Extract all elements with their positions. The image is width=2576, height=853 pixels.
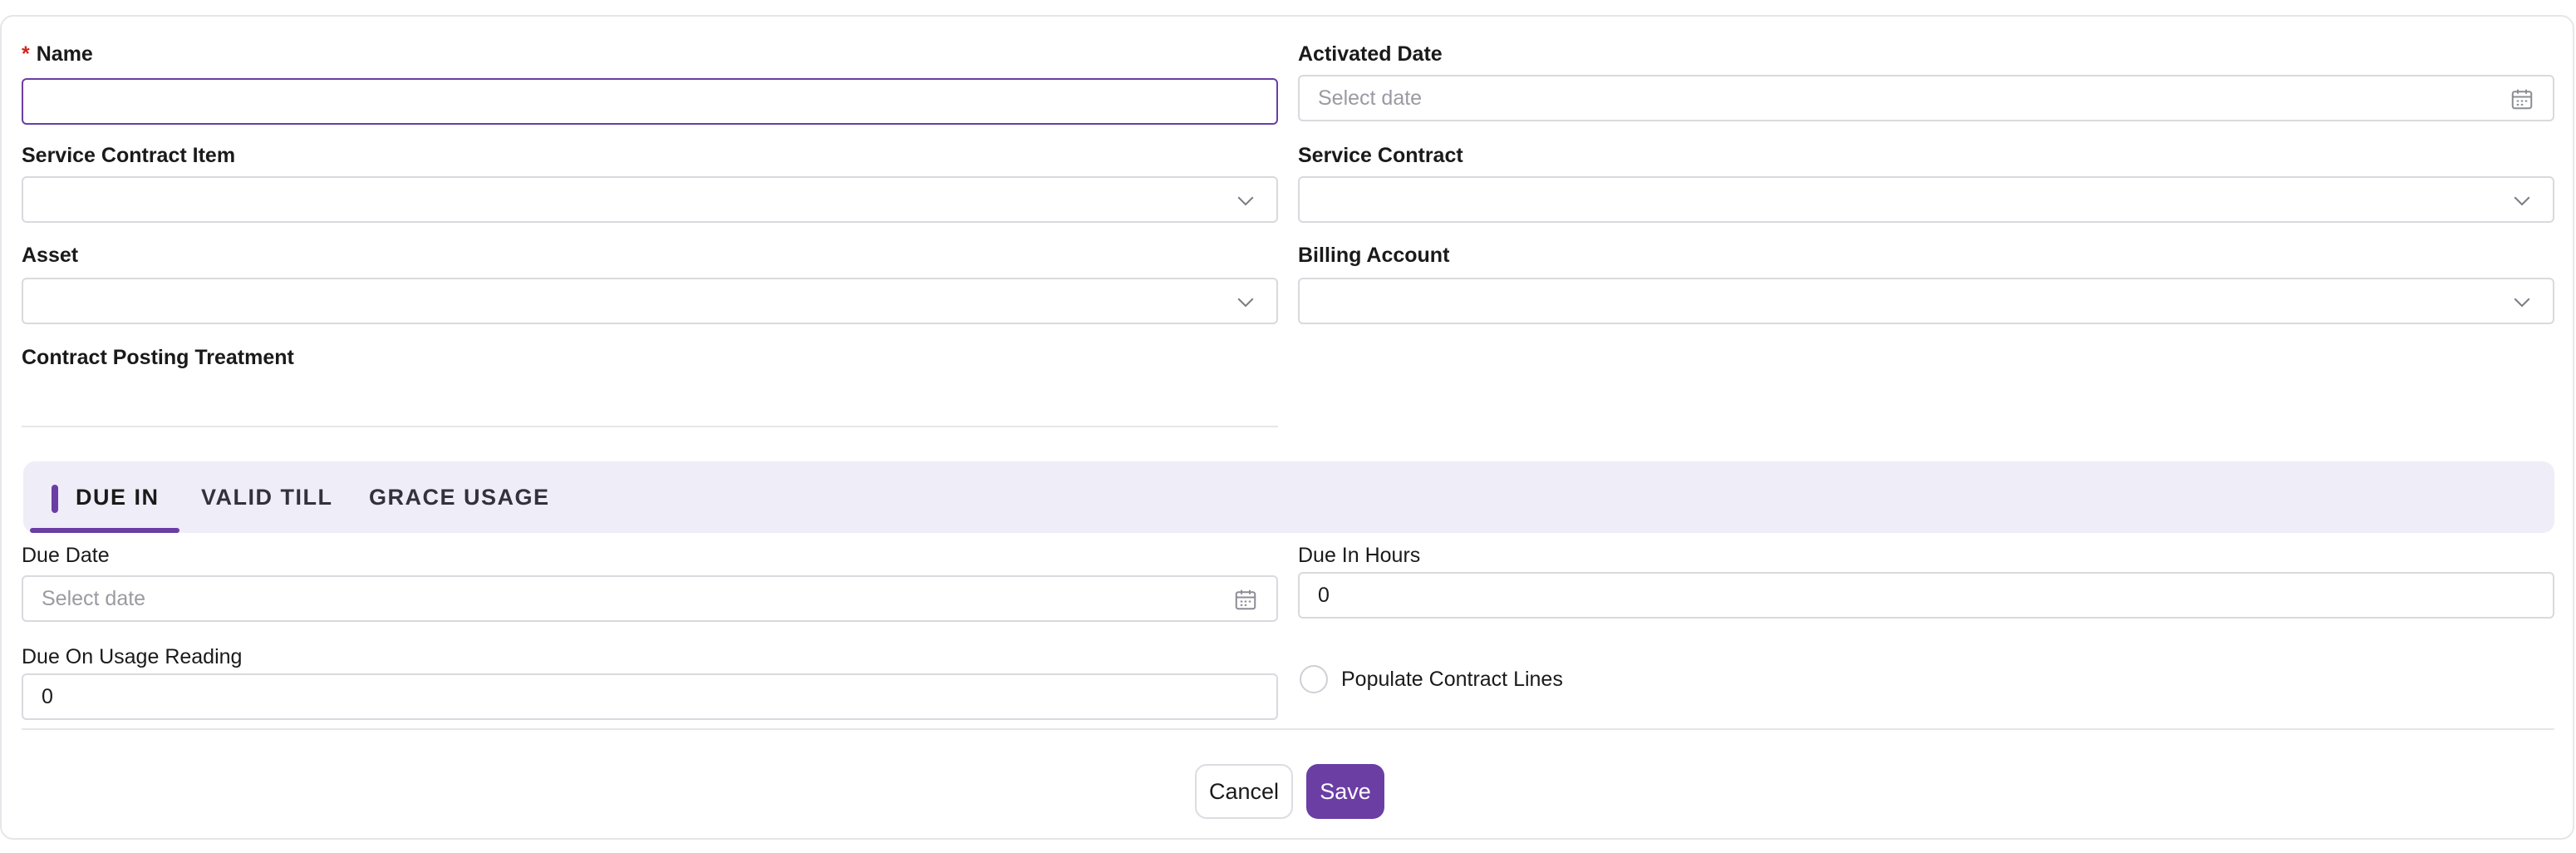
due-in-hours-input[interactable]: 0 <box>1298 572 2554 619</box>
billing-account-label: Billing Account <box>1298 244 1450 267</box>
asset-select[interactable] <box>22 278 1278 324</box>
tab-due-in[interactable]: DUE IN <box>23 461 179 533</box>
due-on-usage-reading-value: 0 <box>42 685 53 708</box>
activated-date-label: Activated Date <box>1298 42 1443 66</box>
name-label: * Name <box>22 42 93 66</box>
calendar-icon[interactable] <box>1233 587 1258 612</box>
due-on-usage-reading-label: Due On Usage Reading <box>22 645 243 668</box>
chevron-down-icon <box>1237 298 1254 308</box>
calendar-icon[interactable] <box>2510 86 2534 111</box>
due-date-label: Due Date <box>22 544 110 567</box>
tab-valid-till[interactable]: VALID TILL <box>201 461 334 533</box>
billing-account-select[interactable] <box>1298 278 2554 324</box>
save-button[interactable]: Save <box>1306 764 1384 819</box>
tab-grace-usage[interactable]: GRACE USAGE <box>369 461 552 533</box>
service-contract-select[interactable] <box>1298 176 2554 223</box>
due-on-usage-reading-input[interactable]: 0 <box>22 673 1278 720</box>
tab-bar: DUE IN VALID TILL GRACE USAGE <box>23 461 2554 533</box>
form-card: * Name Activated Date Select date Service… <box>0 15 2574 840</box>
service-contract-item-select[interactable] <box>22 176 1278 223</box>
due-in-hours-label: Due In Hours <box>1298 544 1421 567</box>
due-date-picker[interactable]: Select date <box>22 575 1278 622</box>
activated-date-picker[interactable]: Select date <box>1298 75 2554 121</box>
chevron-down-icon <box>2514 196 2530 206</box>
service-contract-item-label: Service Contract Item <box>22 144 236 167</box>
active-tab-marker <box>52 485 58 513</box>
due-date-placeholder: Select date <box>42 587 146 610</box>
populate-contract-lines-label: Populate Contract Lines <box>1341 668 1563 691</box>
section-divider <box>22 426 1278 427</box>
contract-posting-treatment-label: Contract Posting Treatment <box>22 346 294 369</box>
populate-contract-lines-checkbox[interactable] <box>1300 665 1328 693</box>
active-tab-underline <box>30 528 179 533</box>
contract-posting-treatment-field[interactable] <box>22 379 1278 426</box>
chevron-down-icon <box>1237 196 1254 206</box>
activated-date-placeholder: Select date <box>1318 86 1423 110</box>
chevron-down-icon <box>2514 298 2530 308</box>
footer-divider <box>22 728 2554 730</box>
cancel-button[interactable]: Cancel <box>1195 764 1293 819</box>
due-in-hours-value: 0 <box>1318 584 1330 607</box>
service-contract-label: Service Contract <box>1298 144 1463 167</box>
required-mark: * <box>22 42 30 66</box>
asset-label: Asset <box>22 244 79 267</box>
name-input[interactable] <box>22 78 1278 125</box>
